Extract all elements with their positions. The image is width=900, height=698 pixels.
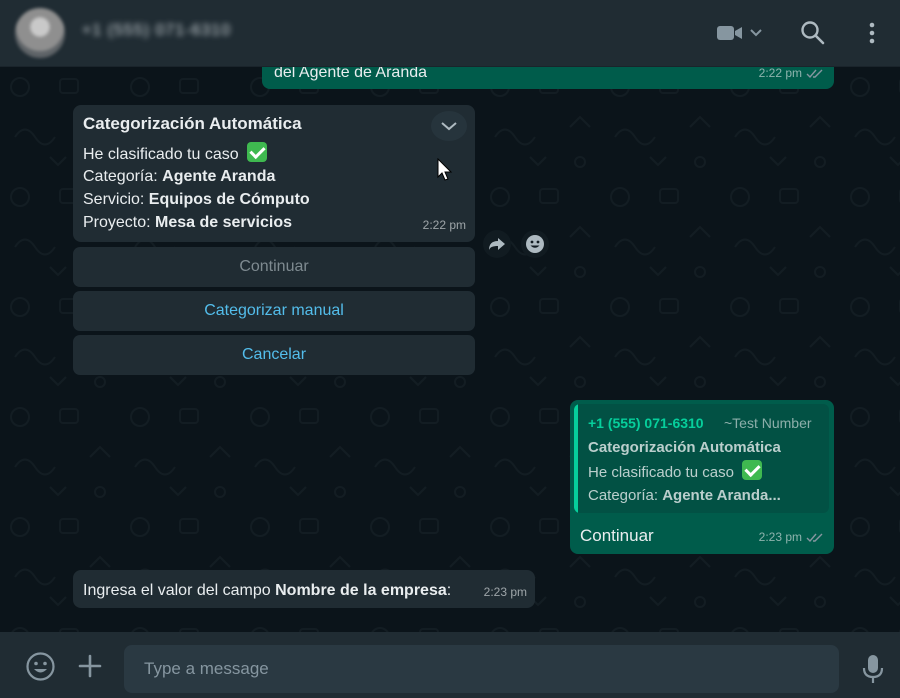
message-line-text: He clasificado tu caso bbox=[83, 146, 239, 163]
quoted-message[interactable]: +1 (555) 071-6310 ~Test Number Categoriz… bbox=[574, 404, 829, 513]
message-time: 2:22 pm bbox=[423, 214, 466, 237]
category-value: Agente Aranda bbox=[162, 168, 276, 185]
quoted-category-value: Agente Aranda... bbox=[662, 487, 781, 504]
quoted-sender-alias: ~Test Number bbox=[724, 415, 812, 431]
message-outgoing-reply[interactable]: +1 (555) 071-6310 ~Test Number Categoriz… bbox=[570, 400, 834, 554]
search-icon[interactable] bbox=[800, 20, 826, 46]
quoted-line-text: He clasificado tu caso bbox=[588, 464, 734, 481]
quoted-sender-phone: +1 (555) 071-6310 bbox=[588, 415, 704, 431]
ask-prefix: Ingresa el valor del campo bbox=[83, 582, 276, 599]
message-menu-button[interactable] bbox=[431, 111, 467, 141]
emoji-picker-icon[interactable] bbox=[25, 651, 56, 682]
message-line: He clasificado tu caso bbox=[83, 142, 268, 166]
message-timestamp: 2:23 pm bbox=[483, 585, 527, 599]
project-value: Mesa de servicios bbox=[155, 214, 292, 231]
message-title: Categorización Automática bbox=[83, 114, 302, 133]
ask-field-name: Nombre de la empresa bbox=[275, 582, 447, 599]
message-time: 2:22 pm bbox=[759, 67, 824, 85]
message-timestamp: 2:23 pm bbox=[758, 530, 802, 544]
contact-name[interactable]: +1 (555) 071-6310 bbox=[82, 22, 231, 40]
cancelar-button[interactable]: Cancelar bbox=[73, 335, 475, 375]
check-mark-icon bbox=[742, 460, 763, 480]
categorizar-manual-button[interactable]: Categorizar manual bbox=[73, 291, 475, 331]
message-incoming-ask[interactable]: Ingresa el valor del campo Nombre de la … bbox=[73, 570, 535, 608]
message-input[interactable] bbox=[124, 645, 839, 693]
quoted-line: Categoría: Agente Aranda... bbox=[588, 484, 781, 507]
menu-icon[interactable] bbox=[862, 20, 882, 46]
service-label: Servicio: bbox=[83, 191, 149, 208]
message-incoming-categorization[interactable]: Categorización Automática He clasificado… bbox=[73, 105, 475, 242]
emoji-icon bbox=[526, 235, 544, 253]
mouse-cursor-icon bbox=[437, 158, 453, 181]
react-button[interactable] bbox=[521, 230, 549, 258]
message-timestamp: 2:22 pm bbox=[758, 67, 802, 80]
quoted-category-label: Categoría: bbox=[588, 487, 663, 504]
quoted-title: Categorización Automática bbox=[588, 439, 781, 456]
message-time: 2:23 pm bbox=[484, 581, 527, 604]
message-outgoing[interactable]: del Agente de Aranda 2:22 pm bbox=[262, 67, 834, 89]
message-line: Proyecto: Mesa de servicios bbox=[83, 211, 292, 234]
compose-bar bbox=[0, 632, 900, 698]
forward-icon bbox=[489, 238, 505, 250]
check-mark-icon bbox=[247, 142, 268, 162]
message-line: Categoría: Agente Aranda bbox=[83, 165, 275, 188]
message-text: del Agente de Aranda bbox=[274, 67, 428, 81]
project-label: Proyecto: bbox=[83, 214, 156, 231]
forward-button[interactable] bbox=[483, 230, 511, 258]
contact-avatar[interactable] bbox=[15, 8, 65, 58]
chevron-down-icon bbox=[441, 122, 457, 131]
continuar-button[interactable]: Continuar bbox=[73, 247, 475, 287]
message-time: 2:23 pm bbox=[759, 526, 824, 549]
message-text: Continuar bbox=[580, 526, 654, 545]
chat-area[interactable]: del Agente de Aranda 2:22 pm Categorizac… bbox=[0, 67, 900, 632]
double-check-icon bbox=[806, 533, 823, 543]
ask-suffix: : bbox=[446, 582, 452, 599]
message-line: Servicio: Equipos de Cómputo bbox=[83, 188, 310, 211]
chat-header: +1 (555) 071-6310 bbox=[0, 0, 900, 67]
microphone-icon[interactable] bbox=[861, 654, 885, 684]
message-line: Ingresa el valor del campo Nombre de la … bbox=[83, 579, 451, 602]
service-value: Equipos de Cómputo bbox=[148, 191, 310, 208]
video-call-icon[interactable] bbox=[716, 22, 766, 44]
category-label: Categoría: bbox=[83, 168, 163, 185]
attach-plus-icon[interactable] bbox=[78, 654, 102, 678]
message-timestamp: 2:22 pm bbox=[422, 218, 466, 232]
double-check-icon bbox=[806, 69, 823, 79]
quoted-line: He clasificado tu caso bbox=[588, 460, 763, 484]
